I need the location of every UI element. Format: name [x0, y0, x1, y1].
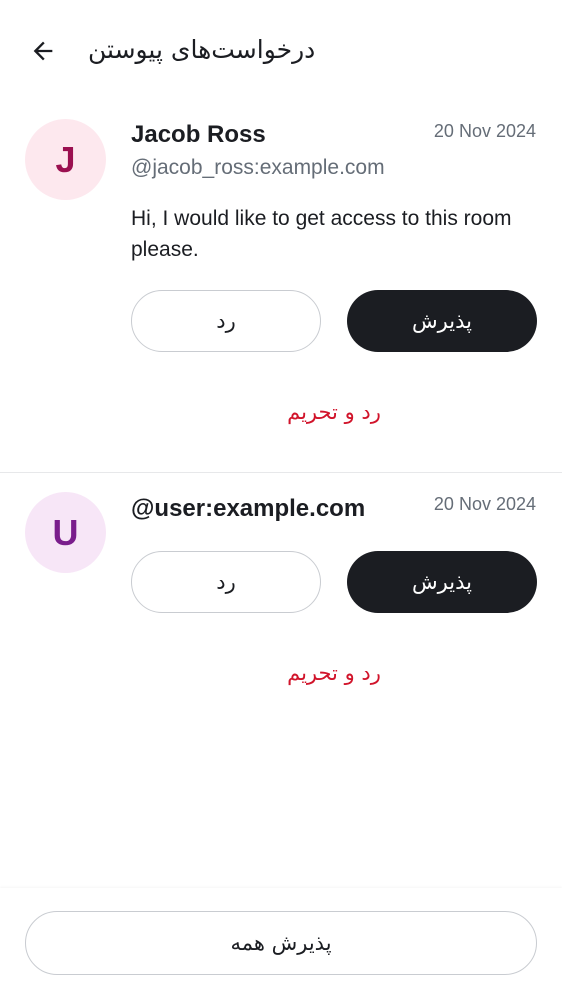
- accept-button[interactable]: پذیرش: [347, 551, 537, 613]
- accept-button-label: پذیرش: [412, 570, 472, 594]
- decline-button[interactable]: رد: [131, 551, 321, 613]
- avatar-initial: U: [52, 511, 79, 553]
- accept-button[interactable]: پذیرش: [347, 290, 537, 352]
- decline-button-label: رد: [216, 570, 236, 594]
- requester-name: @user:example.com: [131, 495, 366, 522]
- page-title: درخواست‌های پیوستن: [88, 35, 316, 64]
- top-app-bar: درخواست‌های پیوستن: [0, 0, 562, 100]
- requester-user-id: @jacob_ross:example.com: [131, 156, 385, 179]
- arrow-left-icon: [33, 41, 53, 61]
- request-date: 20 Nov 2024: [433, 494, 536, 514]
- avatar: J: [25, 119, 106, 200]
- decline-button[interactable]: رد: [131, 290, 321, 352]
- accept-all-label: پذیرش همه: [230, 931, 332, 955]
- back-button[interactable]: [22, 30, 64, 72]
- decline-and-ban-button[interactable]: رد و تحریم: [0, 400, 562, 424]
- accept-button-label: پذیرش: [412, 309, 472, 333]
- footer-bar: پذیرش همه: [0, 888, 562, 1000]
- accept-all-button[interactable]: پذیرش همه: [25, 911, 537, 975]
- request-date: 20 Nov 2024: [433, 121, 536, 141]
- requester-name: Jacob Ross: [131, 121, 266, 148]
- decline-button-label: رد: [216, 309, 236, 333]
- decline-and-ban-button[interactable]: رد و تحریم: [0, 661, 562, 685]
- request-message: Hi, I would like to get access to this r…: [131, 207, 512, 261]
- divider: [0, 472, 562, 473]
- avatar-initial: J: [55, 138, 76, 180]
- avatar: U: [25, 492, 106, 573]
